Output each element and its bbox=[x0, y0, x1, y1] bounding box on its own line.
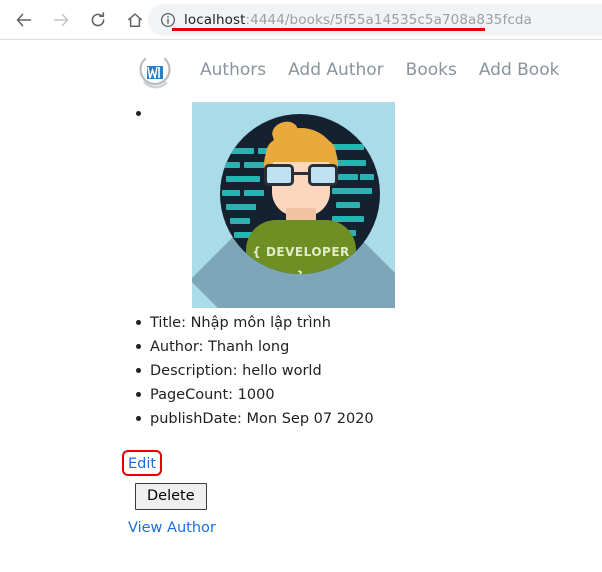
list-item-title: Title: Nhập môn lập trình bbox=[136, 311, 374, 335]
book-cover-image: { DEVELOPER } bbox=[192, 102, 395, 308]
address-bar[interactable]: localhost:4444/books/5f55a14535c5a708a83… bbox=[148, 4, 602, 36]
dev-fringe bbox=[266, 138, 336, 162]
url-red-underline-annotation bbox=[172, 28, 485, 31]
book-detail-list: { DEVELOPER } Title: Nhập môn lập trình … bbox=[128, 102, 395, 431]
edit-link[interactable]: Edit bbox=[128, 455, 156, 473]
address-bar-path: :4444/books/5f55a14535c5a708a835fcda bbox=[245, 12, 532, 28]
page-content: Authors Add Author Books Add Book {DEVE… bbox=[0, 41, 602, 572]
cover-circle-backdrop: { DEVELOPER } bbox=[220, 114, 380, 274]
reload-button[interactable] bbox=[84, 6, 112, 34]
nw-logo-icon bbox=[139, 57, 171, 89]
address-bar-host: localhost bbox=[184, 12, 246, 28]
browser-toolbar: localhost:4444/books/5f55a14535c5a708a83… bbox=[0, 0, 602, 40]
site-info-button[interactable] bbox=[154, 12, 182, 28]
dev-shirt: { DEVELOPER } bbox=[246, 220, 356, 274]
home-button[interactable] bbox=[121, 6, 149, 34]
nav-link-books[interactable]: Books bbox=[406, 60, 457, 80]
forward-arrow-icon bbox=[53, 13, 69, 27]
list-item-description: Description: hello world bbox=[136, 359, 374, 383]
nav-link-add-author[interactable]: Add Author bbox=[288, 60, 384, 80]
dev-glasses-icon bbox=[264, 164, 338, 186]
info-circle-icon bbox=[160, 12, 176, 28]
site-nav-links: Authors Add Author Books Add Book bbox=[200, 60, 559, 80]
list-item-cover: { DEVELOPER } bbox=[136, 102, 395, 308]
nav-link-authors[interactable]: Authors bbox=[200, 60, 266, 80]
list-item-publishdate: publishDate: Mon Sep 07 2020 bbox=[136, 407, 374, 431]
site-navbar: Authors Add Author Books Add Book bbox=[0, 50, 602, 96]
address-bar-text: localhost:4444/books/5f55a14535c5a708a83… bbox=[182, 12, 532, 28]
list-item-author: Author: Thanh long bbox=[136, 335, 374, 359]
home-icon bbox=[128, 13, 142, 27]
delete-button[interactable]: Delete bbox=[135, 483, 207, 510]
reload-icon bbox=[91, 12, 105, 27]
brand-logo[interactable] bbox=[135, 54, 175, 92]
dev-shirt-text: { DEVELOPER } bbox=[252, 245, 350, 274]
nav-link-add-book[interactable]: Add Book bbox=[479, 60, 560, 80]
forward-button[interactable] bbox=[47, 6, 75, 34]
back-button[interactable] bbox=[10, 6, 38, 34]
view-author-link[interactable]: View Author bbox=[128, 519, 216, 537]
back-arrow-icon bbox=[16, 13, 32, 27]
list-item-pagecount: PageCount: 1000 bbox=[136, 383, 374, 407]
